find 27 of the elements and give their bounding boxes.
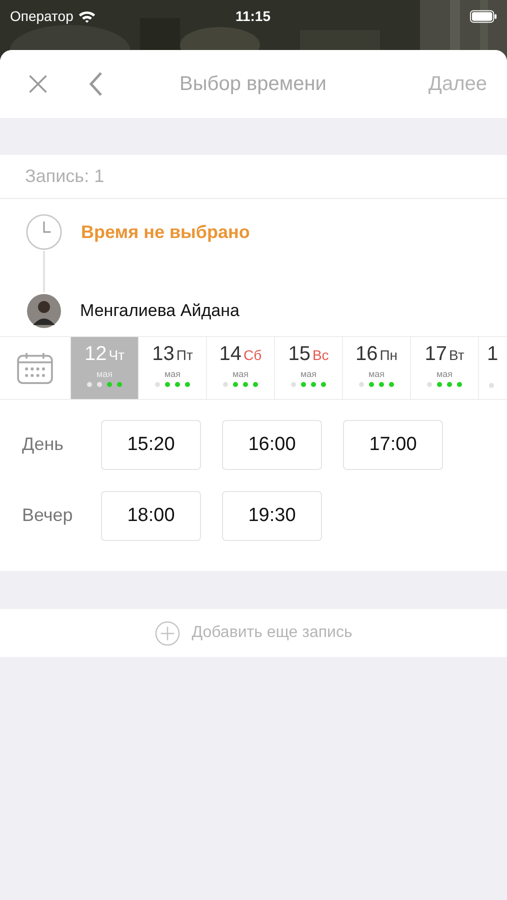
day-tile[interactable]: 1: [478, 337, 507, 399]
time-slot-button[interactable]: 19:30: [222, 490, 322, 540]
time-slot-button[interactable]: 16:00: [222, 420, 322, 470]
period-label: День: [21, 434, 65, 455]
time-slot-button[interactable]: 15:20: [101, 420, 201, 470]
time-slot-button[interactable]: 18:00: [101, 490, 201, 540]
close-icon[interactable]: [27, 73, 49, 95]
time-slot-button[interactable]: 17:00: [343, 420, 443, 470]
screen-title: Выбор времени: [178, 72, 328, 96]
specialist-name: Менгалиева Айдана: [80, 301, 240, 321]
day-tile[interactable]: 16 Пн мая: [342, 337, 410, 399]
clock-icon: [25, 213, 63, 251]
day-tile[interactable]: 17 Вт мая: [410, 337, 478, 399]
status-time: 11:15: [234, 8, 272, 24]
day-tile[interactable]: 15 Вс мая: [274, 337, 342, 399]
calendar-icon[interactable]: [17, 352, 53, 384]
battery-icon: [470, 10, 497, 22]
day-tile[interactable]: 14 Сб мая: [206, 337, 274, 399]
back-icon[interactable]: [89, 71, 103, 97]
avatar: [27, 294, 61, 328]
carrier-name: Оператор: [10, 8, 74, 24]
plus-icon: [154, 620, 180, 646]
day-tile[interactable]: 13 Пт мая: [138, 337, 206, 399]
period-label: Вечер: [21, 505, 74, 526]
record-label: Запись: 1: [25, 166, 104, 187]
wifi-icon: [78, 10, 96, 22]
time-status: Время не выбрано: [81, 222, 250, 242]
